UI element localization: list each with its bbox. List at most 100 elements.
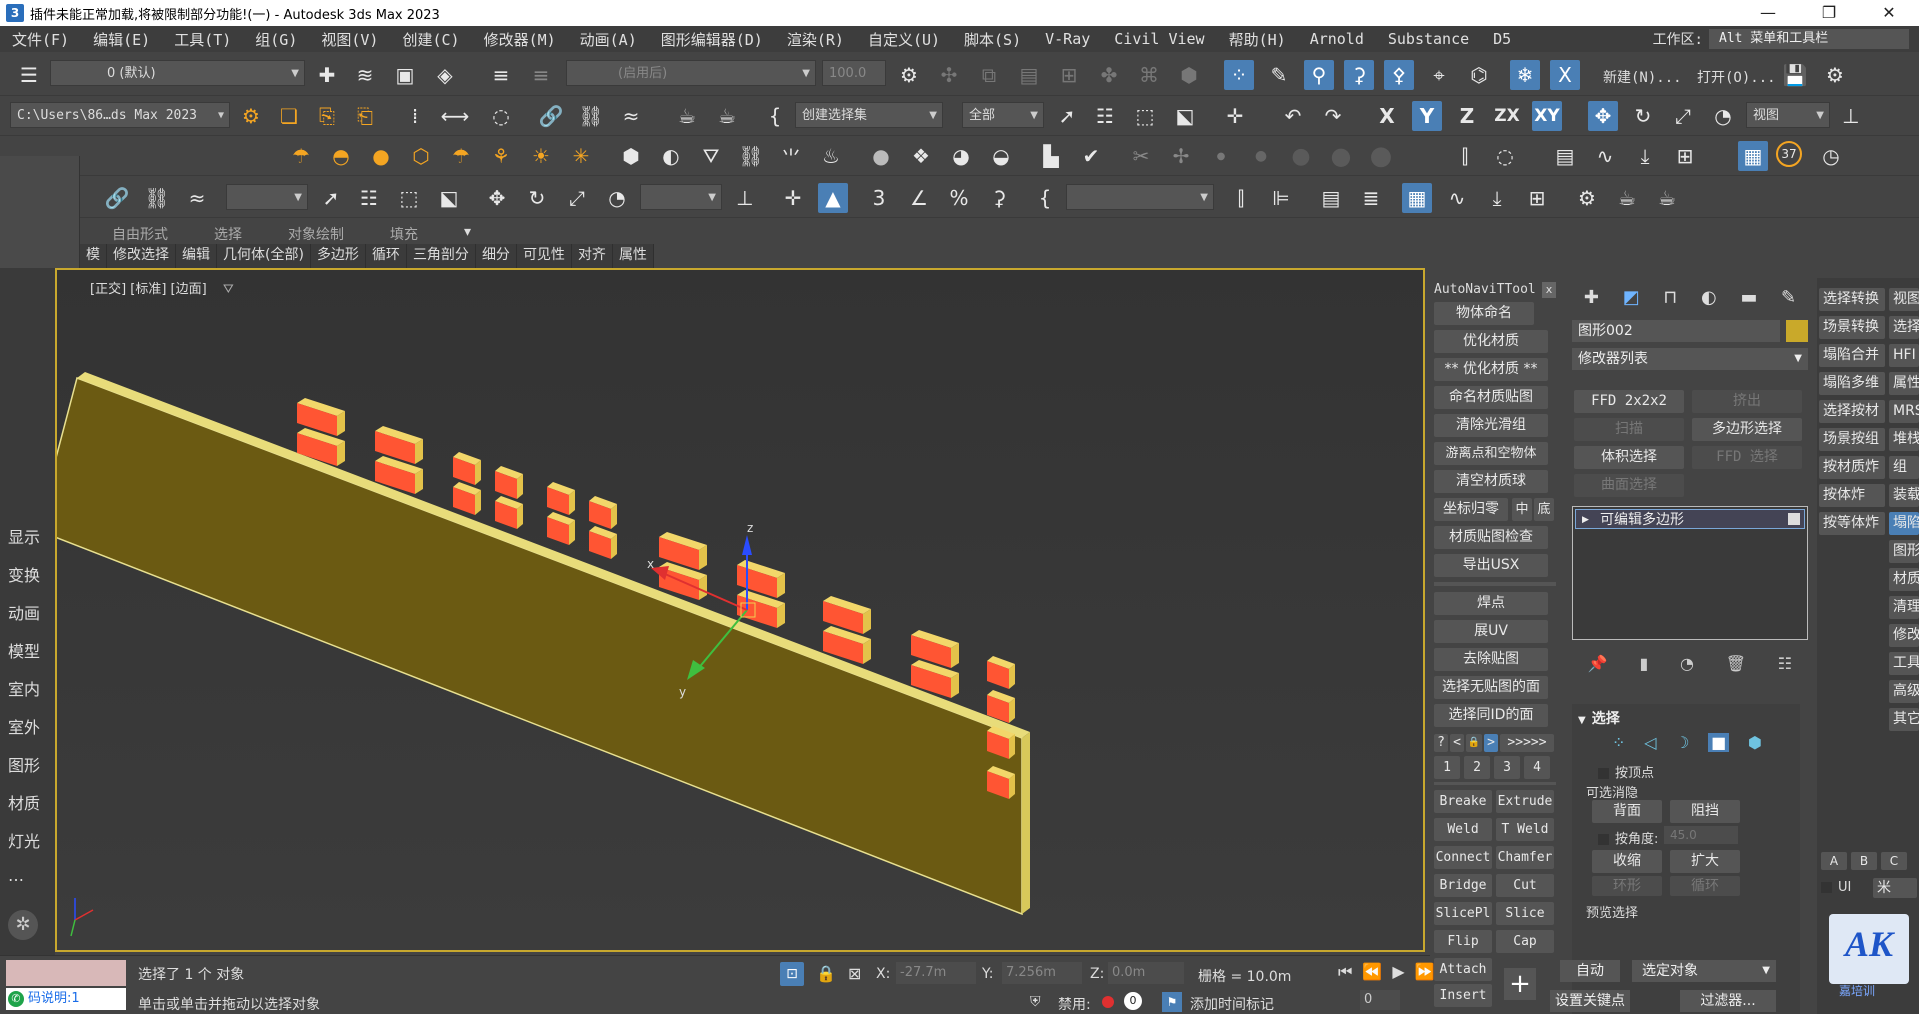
select-by-name-icon[interactable]: ☷ — [1090, 101, 1120, 131]
tool-remove-maps-button[interactable]: 去除贴图 — [1434, 648, 1548, 671]
sidebar-interior[interactable]: 室内 — [8, 676, 40, 700]
bind-icon-2[interactable]: ≈ — [182, 183, 212, 213]
absolute-mode-icon[interactable]: ⊠ — [848, 964, 861, 983]
fr-tab-clean[interactable]: 清理 — [1889, 596, 1919, 619]
tool-num-2-button[interactable]: 2 — [1464, 756, 1490, 779]
axis-zx-button[interactable]: ZX — [1492, 101, 1522, 131]
menu-substance[interactable]: Substance — [1376, 30, 1481, 48]
ribbon-tab-properties[interactable]: 属性 — [613, 244, 654, 268]
tool-g-icon[interactable]: ⬢ — [1174, 60, 1204, 90]
poly-flip-button[interactable]: Flip — [1434, 930, 1492, 953]
polygon-level-icon[interactable]: ■ — [1708, 732, 1730, 752]
settings-gear-icon[interactable]: ⚙ — [1820, 60, 1850, 90]
tool-center-button[interactable]: 中 — [1512, 498, 1532, 521]
poly-cap-button[interactable]: Cap — [1496, 930, 1554, 953]
redo-icon[interactable]: ↷ — [1318, 101, 1348, 131]
link-icon[interactable]: 🔗 — [536, 101, 566, 131]
fr-tab-stack[interactable]: 堆栈 — [1889, 428, 1919, 451]
sidebar-display[interactable]: 显示 — [8, 524, 40, 548]
tool-optimize-material-2-button[interactable]: ** 优化材质 ** — [1434, 358, 1548, 381]
tool-panel-close-button[interactable]: x — [1542, 282, 1556, 298]
light-umbrella-icon[interactable]: ☂ — [446, 141, 476, 171]
tool-object-naming-button[interactable]: 物体命名 — [1434, 302, 1534, 325]
object-name-field[interactable]: 图形002 — [1572, 320, 1780, 342]
pin-stack-icon[interactable]: 📌 — [1588, 654, 1608, 673]
viewport-label[interactable]: [正交] [标准] [边面] ⛛ — [90, 278, 234, 297]
select-layer-icon[interactable]: ▣ — [390, 60, 420, 90]
modifier-list-dropdown[interactable]: 修改器列表 ▼ — [1572, 348, 1808, 370]
snowflake-icon[interactable]: ❄ — [1510, 60, 1540, 90]
z-coord-field[interactable]: 0.0m — [1108, 962, 1184, 984]
tool-help-button[interactable]: ? — [1434, 734, 1448, 752]
fr-explode-by-element[interactable]: 按体炸 — [1819, 484, 1885, 507]
fr-tab-select[interactable]: 选择 — [1889, 316, 1919, 339]
fr-select-by-material[interactable]: 选择按材 — [1819, 400, 1885, 423]
render-production-icon-2[interactable]: ☕ — [1652, 183, 1682, 213]
ribbon-tab-subdivision[interactable]: 细分 — [476, 244, 517, 268]
shrink-button[interactable]: 收缩 — [1592, 850, 1662, 873]
modifier-vol-select-button[interactable]: 体积选择 — [1574, 446, 1684, 469]
create-tab-icon[interactable]: ✚ — [1584, 287, 1599, 308]
viewport-layout-icon[interactable]: ❏ — [274, 101, 304, 131]
fr-collapse-merge[interactable]: 塌陷合并 — [1819, 344, 1885, 367]
light-mesh-icon[interactable]: ⚘ — [486, 141, 516, 171]
sidebar-materials[interactable]: 材质 — [8, 790, 40, 814]
align-icon[interactable]: ✢ — [1166, 141, 1196, 171]
menu-views[interactable]: 视图(V) — [309, 29, 390, 50]
layer-dropdown[interactable]: 0 (默认) ▼ — [50, 60, 305, 86]
tool-fast-forward-button[interactable]: >>>>> — [1500, 734, 1554, 752]
angle-spinner[interactable]: 45.0 — [1664, 826, 1738, 844]
menu-file[interactable]: 文件(F) — [0, 29, 81, 50]
sidebar-shapes[interactable]: 图形 — [8, 752, 40, 776]
by-angle-option[interactable]: 按角度: — [1598, 828, 1658, 847]
material-editor-icon[interactable]: ◕ — [946, 141, 976, 171]
add-key-icon[interactable]: + — [1504, 968, 1536, 1000]
material-editor-icon-2[interactable]: ⊞ — [1522, 183, 1552, 213]
menu-civil-view[interactable]: Civil View — [1102, 30, 1216, 48]
modifier-poly-select-button[interactable]: 多边形选择 — [1692, 418, 1802, 441]
modify-tab-icon[interactable]: ◩ — [1623, 287, 1640, 308]
mirror-icon[interactable]: ⫿ — [1450, 141, 1480, 171]
ribbon-tab-polygons[interactable]: 多边形 — [311, 244, 366, 268]
poly-sliceplane-button[interactable]: SlicePl — [1434, 902, 1492, 925]
menu-modifiers[interactable]: 修改器(M) — [472, 29, 568, 50]
snap-toggle-icon[interactable]: ✎ — [1264, 60, 1294, 90]
scale-icon-2[interactable]: ⤢ — [562, 183, 592, 213]
poly-bridge-button[interactable]: Bridge — [1434, 874, 1492, 897]
move-icon-2[interactable]: ✥ — [482, 183, 512, 213]
element-level-icon[interactable]: ⬢ — [1748, 733, 1762, 752]
add-to-layer-icon[interactable]: ✚ — [312, 60, 342, 90]
key-filter-dropdown[interactable]: 选定对象 ▼ — [1632, 960, 1776, 982]
menu-d5[interactable]: D5 — [1481, 30, 1523, 48]
named-set-icon[interactable]: { — [760, 101, 790, 131]
fr-unit-dropdown[interactable]: 米 — [1873, 878, 1917, 898]
stack-expand-icon[interactable]: ▶ — [1582, 510, 1589, 530]
add-time-tag-button[interactable]: 添加时间标记 — [1190, 994, 1274, 1014]
filter-dropdown-2[interactable]: ▼ — [226, 184, 308, 210]
timer-icon[interactable]: ◷ — [1816, 141, 1846, 171]
isolate-selection-icon[interactable]: ⊡ — [780, 962, 804, 986]
selection-rollout-title[interactable]: ▼ 选择 — [1578, 708, 1620, 728]
pivot-icon-2[interactable]: ⊥ — [730, 183, 760, 213]
edit-named-icon[interactable]: ⌖ — [1424, 60, 1454, 90]
tool-clear-smoothing-button[interactable]: 清除光滑组 — [1434, 414, 1548, 437]
tool-unwrap-uv-button[interactable]: 展UV — [1434, 620, 1548, 643]
save-icon[interactable]: 💾 — [1780, 60, 1810, 90]
material-slate-icon[interactable]: ◒ — [986, 141, 1016, 171]
percent-snap-icon-2[interactable]: % — [944, 183, 974, 213]
poly-break-button[interactable]: Breake — [1434, 790, 1492, 813]
modifier-sweep-button[interactable]: 扫描 — [1574, 418, 1684, 441]
undo-icon[interactable]: ↶ — [1278, 101, 1308, 131]
fr-select-convert[interactable]: 选择转换 — [1819, 288, 1885, 311]
fr-explode-by-material[interactable]: 按材质炸 — [1819, 456, 1885, 479]
tool-optimize-material-button[interactable]: 优化材质 — [1434, 330, 1548, 353]
render-teapot-icon[interactable]: ☕ — [672, 101, 702, 131]
close-button[interactable]: ✕ — [1866, 0, 1912, 26]
snap-grid-icon[interactable]: ⁘ — [1224, 60, 1254, 90]
selection-set-dropdown[interactable]: 创建选择集 ▼ — [795, 102, 943, 128]
stack-item-toggle[interactable] — [1788, 513, 1800, 525]
spinner-snap-icon[interactable]: ⚴ — [1384, 60, 1414, 90]
fr-a-button[interactable]: A — [1821, 852, 1847, 870]
fr-tab-shapes[interactable]: 图形 — [1889, 540, 1919, 563]
set-key-button[interactable]: 设置关键点 — [1550, 990, 1630, 1012]
